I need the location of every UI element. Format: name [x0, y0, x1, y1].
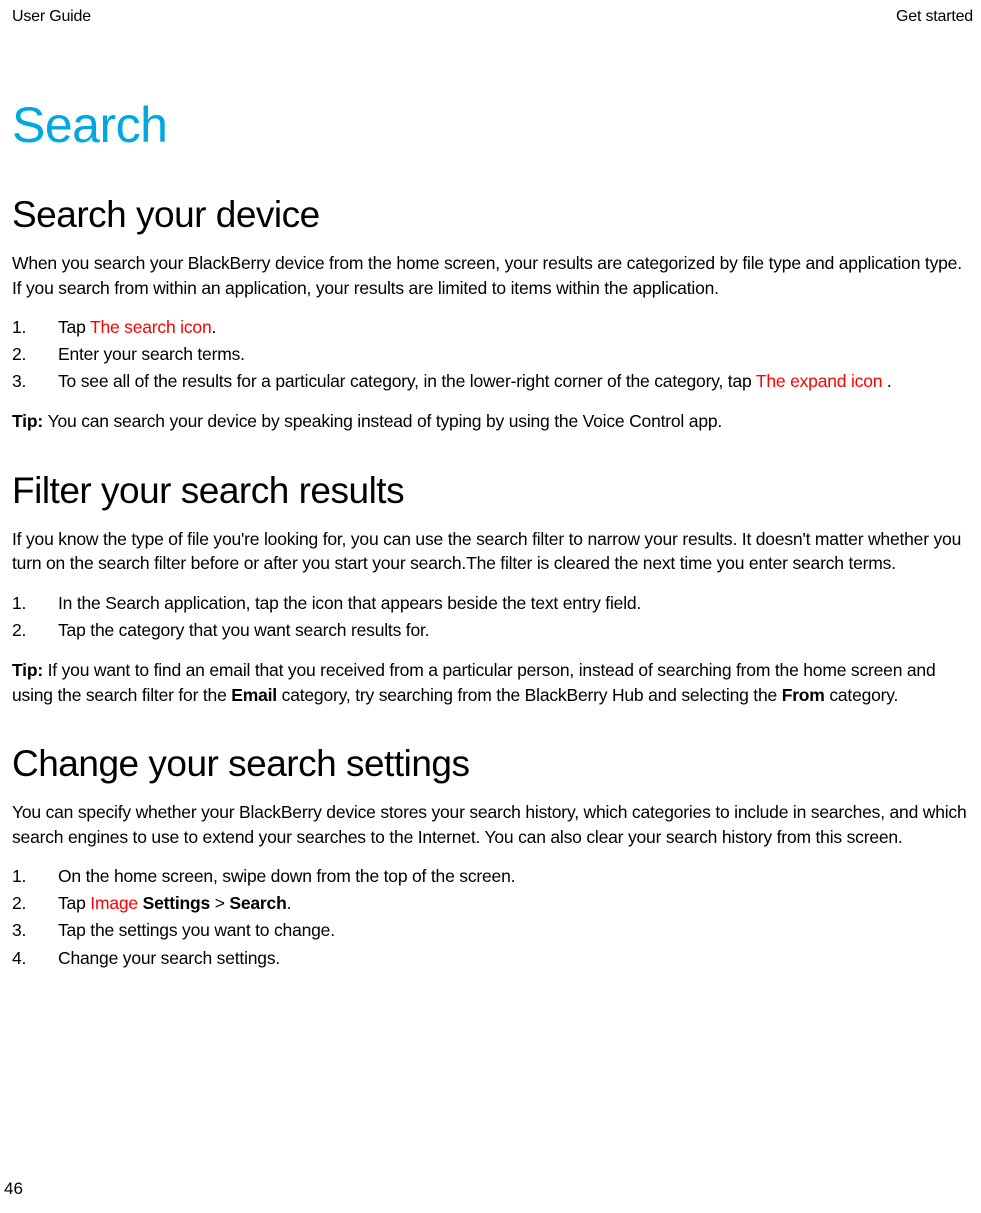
step-item: On the home screen, swipe down from the …: [12, 863, 973, 890]
step-text: Enter your search terms.: [58, 344, 245, 364]
step-bold: Settings: [143, 893, 210, 913]
step-text: .: [882, 371, 891, 391]
step-item: To see all of the results for a particul…: [12, 368, 973, 395]
tip-label: Tip:: [12, 411, 48, 431]
section-intro: You can specify whether your BlackBerry …: [8, 800, 973, 849]
section-search-device: Search your device When you search your …: [8, 194, 973, 434]
section-title: Search your device: [8, 194, 973, 236]
section-intro: If you know the type of file you're look…: [8, 527, 973, 576]
settings-icon: Image: [90, 893, 138, 913]
header-left: User Guide: [8, 8, 91, 26]
steps-list: Tap The search icon. Enter your search t…: [8, 314, 973, 395]
tip-body: You can search your device by speaking i…: [48, 411, 722, 431]
step-item: Tap Image Settings > Search.: [12, 890, 973, 917]
page-header: User Guide Get started: [8, 8, 973, 26]
header-right: Get started: [896, 8, 973, 26]
page-number: 46: [4, 1179, 23, 1199]
step-text: >: [210, 893, 229, 913]
step-text: Tap the category that you want search re…: [58, 620, 429, 640]
section-intro: When you search your BlackBerry device f…: [8, 251, 973, 300]
search-icon: The search icon: [90, 317, 212, 337]
step-item: Tap The search icon.: [12, 314, 973, 341]
tip-body: category.: [825, 685, 899, 705]
step-item: Enter your search terms.: [12, 341, 973, 368]
step-item: Tap the settings you want to change.: [12, 917, 973, 944]
section-title: Filter your search results: [8, 470, 973, 512]
step-text: Tap the settings you want to change.: [58, 920, 335, 940]
step-text: Tap: [58, 317, 90, 337]
section-change-settings: Change your search settings You can spec…: [8, 743, 973, 972]
expand-icon: The expand icon: [756, 371, 882, 391]
step-text: To see all of the results for a particul…: [58, 371, 756, 391]
section-filter-results: Filter your search results If you know t…: [8, 470, 973, 707]
step-item: Change your search settings.: [12, 945, 973, 972]
tip-label: Tip:: [12, 660, 48, 680]
step-text: Tap: [58, 893, 90, 913]
step-item: In the Search application, tap the icon …: [12, 590, 973, 617]
step-text: .: [287, 893, 292, 913]
steps-list: On the home screen, swipe down from the …: [8, 863, 973, 972]
tip-bold: Email: [231, 685, 277, 705]
step-text: In the Search application, tap the icon …: [58, 593, 641, 613]
tip-body: category, try searching from the BlackBe…: [277, 685, 782, 705]
tip-text: Tip: If you want to find an email that y…: [8, 658, 973, 707]
tip-text: Tip: You can search your device by speak…: [8, 409, 973, 434]
step-text: Change your search settings.: [58, 948, 280, 968]
step-text: .: [211, 317, 216, 337]
step-bold: Search: [229, 893, 286, 913]
step-item: Tap the category that you want search re…: [12, 617, 973, 644]
page-title: Search: [8, 96, 973, 154]
section-title: Change your search settings: [8, 743, 973, 785]
tip-bold: From: [782, 685, 825, 705]
step-text: On the home screen, swipe down from the …: [58, 866, 515, 886]
steps-list: In the Search application, tap the icon …: [8, 590, 973, 644]
